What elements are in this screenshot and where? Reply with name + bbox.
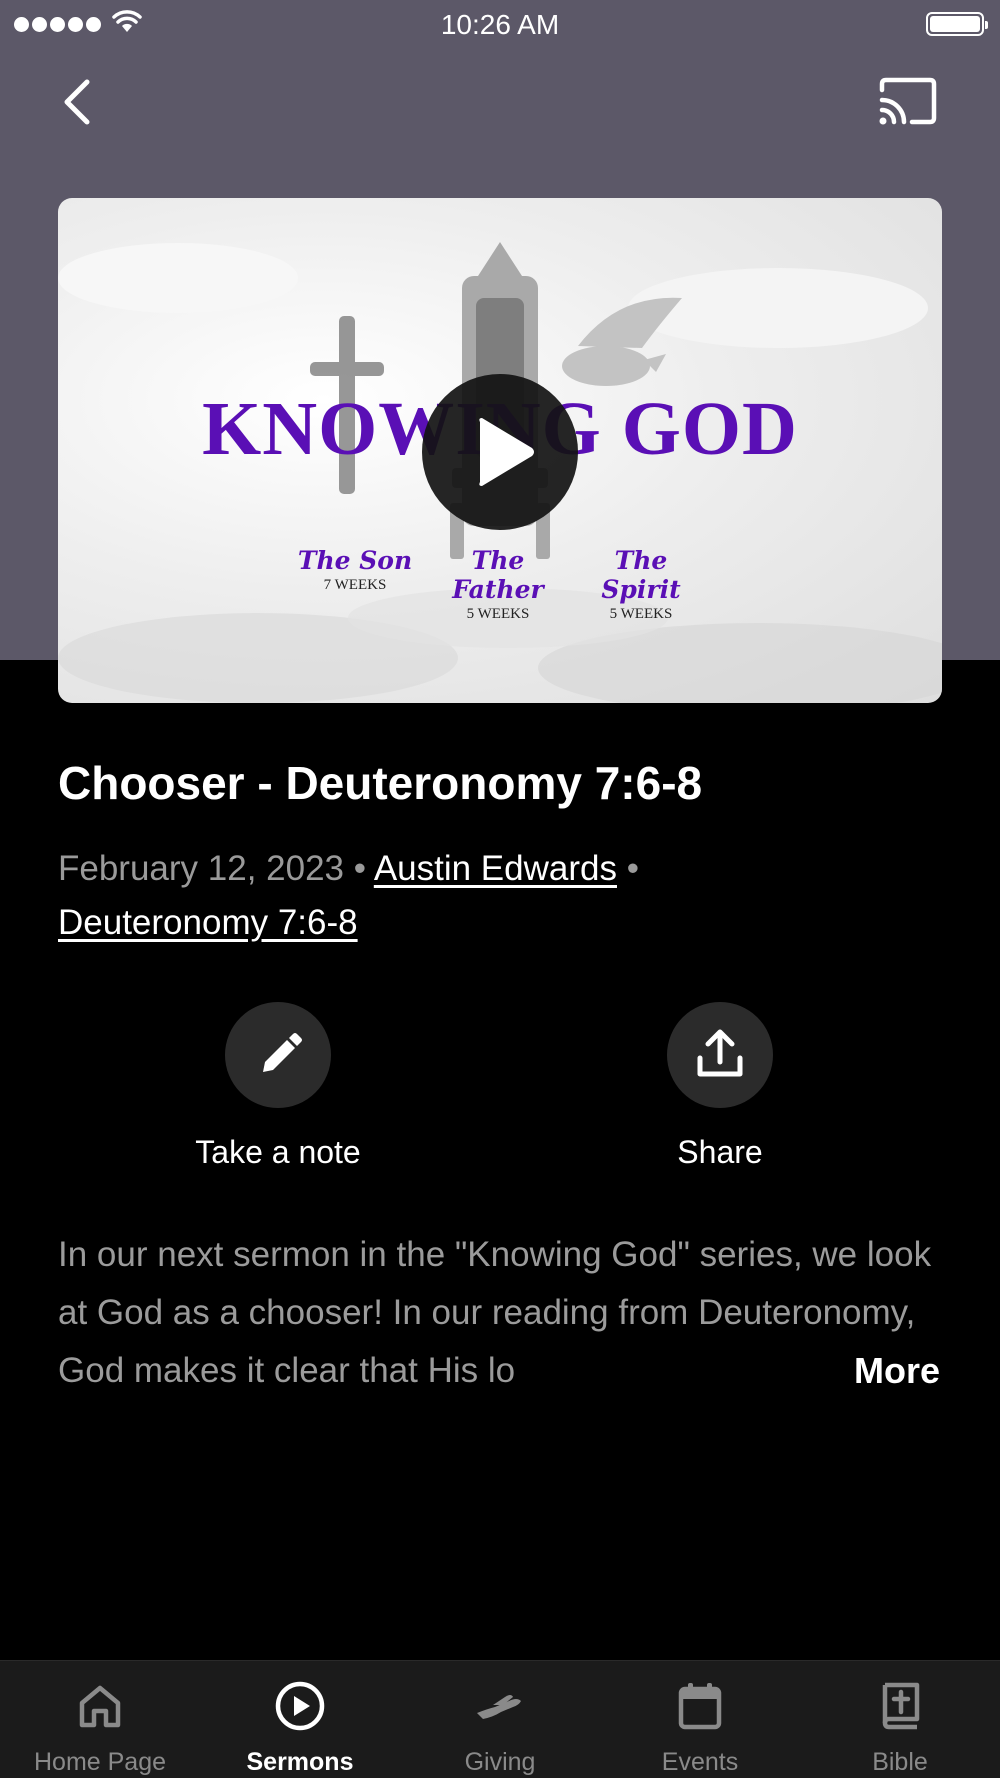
meta-separator: • — [626, 849, 639, 888]
take-note-label: Take a note — [195, 1134, 361, 1170]
scripture-link[interactable]: Deuteronomy 7:6-8 — [58, 903, 358, 942]
calendar-icon — [678, 1683, 722, 1730]
bible-icon — [882, 1682, 920, 1730]
tab-events[interactable]: Events — [600, 1661, 800, 1778]
artwork-week-son: The Son 7 WEEKS — [297, 546, 413, 593]
share-button[interactable]: Share — [610, 1002, 830, 1171]
home-icon — [79, 1685, 121, 1728]
artwork-week-father: The Father 5 WEEKS — [452, 546, 544, 622]
share-label: Share — [677, 1134, 763, 1170]
take-note-button[interactable]: Take a note — [168, 1002, 388, 1171]
cast-button[interactable] — [878, 76, 938, 126]
tab-sermons[interactable]: Sermons — [200, 1661, 400, 1778]
sermon-artwork[interactable]: KNOWING GOD The Son 7 WEEKS The Father 5… — [58, 198, 942, 703]
play-button[interactable] — [422, 374, 578, 530]
meta-separator: • — [353, 849, 367, 888]
tab-bar: Home Page Sermons Giving Events Bible — [0, 1660, 1000, 1778]
play-icon — [479, 418, 534, 486]
more-button[interactable]: More — [854, 1350, 940, 1392]
share-icon — [697, 1029, 743, 1077]
tab-bible[interactable]: Bible — [800, 1661, 1000, 1778]
play-circle-icon — [275, 1681, 325, 1731]
sermon-date: February 12, 2023 — [58, 849, 345, 888]
artwork-week-spirit: The Spirit 5 WEEKS — [601, 546, 681, 622]
back-button[interactable] — [55, 74, 105, 130]
status-time: 10:26 AM — [440, 9, 560, 40]
tab-home-page[interactable]: Home Page — [0, 1661, 200, 1778]
battery-icon — [926, 12, 988, 36]
tab-giving[interactable]: Giving — [400, 1661, 600, 1778]
status-bar: 10:26 AM — [0, 0, 1000, 50]
sermon-title: Chooser - Deuteronomy 7:6-8 — [58, 757, 703, 809]
sermon-meta: February 12, 2023 • Austin Edwards • Deu… — [58, 842, 948, 950]
giving-hand-icon — [477, 1695, 521, 1719]
speaker-link[interactable]: Austin Edwards — [374, 849, 617, 888]
pencil-icon — [263, 1033, 302, 1072]
